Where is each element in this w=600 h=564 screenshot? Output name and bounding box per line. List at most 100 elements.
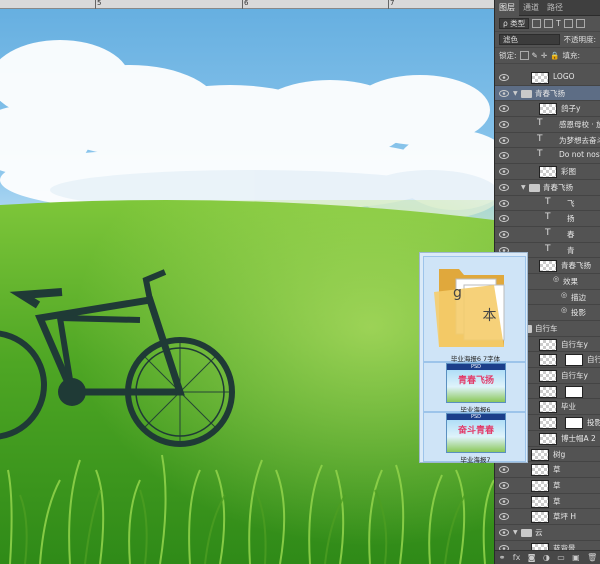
trash-icon[interactable]: 🗑 (587, 553, 597, 562)
photoshop-window: 5 6 7 图层 通道 路径 ρ 类型 T 滤色 不透明度: 锁定: ✎ ✛ 🔒… (0, 0, 600, 564)
layer-mask-thumbnail (565, 385, 583, 398)
visibility-eye-icon[interactable] (499, 466, 509, 474)
adjustment-icon[interactable]: ◑ (543, 553, 550, 562)
layer-row[interactable]: T春 (495, 227, 600, 243)
layer-row[interactable]: ▼ 青春飞扬 (495, 85, 600, 102)
layer-thumbnail (539, 260, 557, 273)
blend-mode-select[interactable]: 滤色 (499, 34, 561, 45)
layer-thumbnail (531, 72, 549, 84)
layer-name: 投影 (571, 308, 586, 318)
ruler-mark: 7 (390, 0, 395, 7)
lock-move-icon[interactable]: ✛ (541, 51, 547, 60)
expand-arrow-icon[interactable]: ▼ (521, 184, 526, 191)
opacity-label: 不透明度: (563, 35, 596, 44)
visibility-eye-icon[interactable] (499, 215, 509, 223)
layer-row[interactable]: T 感恩母校 · 放飞 (495, 117, 600, 133)
expand-arrow-icon[interactable]: ▼ (513, 529, 518, 536)
visibility-eye-icon[interactable] (499, 230, 509, 238)
layer-name: 青春飞扬 (543, 182, 573, 192)
item-caption: 毕业海报7 (460, 456, 491, 464)
filter-smart-icon[interactable] (575, 19, 585, 28)
visibility-eye-icon[interactable] (499, 74, 509, 81)
ruler-mark: 6 (244, 0, 249, 7)
layer-thumbnail (531, 464, 549, 477)
tab-layers[interactable]: 图层 (495, 0, 519, 16)
layer-name: 草 (553, 480, 561, 490)
layer-row[interactable]: 鸽子y (495, 101, 600, 118)
layer-row[interactable]: 彩图 (495, 164, 600, 180)
filter-shape-icon[interactable] (563, 19, 573, 28)
layer-row[interactable]: 草 (495, 478, 600, 494)
folder-letter: 本 (482, 308, 497, 324)
visibility-eye-icon[interactable] (499, 121, 509, 129)
layer-row[interactable]: 草坪 H (495, 509, 600, 525)
visibility-eye-icon[interactable] (499, 89, 509, 97)
expand-arrow-icon[interactable]: ▼ (513, 90, 518, 97)
ruler-tick (95, 0, 96, 9)
effect-icon: ◎ (561, 290, 568, 299)
visibility-eye-icon[interactable] (499, 528, 509, 536)
layer-row[interactable]: T飞 (495, 196, 600, 212)
preview-item-folder[interactable]: g 本 毕业海报6 7字体 (423, 256, 526, 363)
layer-thumbnail (531, 479, 549, 492)
fx-icon[interactable]: fx (513, 553, 521, 562)
layer-name: 彩图 (561, 167, 576, 177)
new-layer-icon[interactable]: ▣ (572, 553, 580, 562)
lock-brush-icon[interactable]: ✎ (532, 51, 538, 60)
preview-item-poster[interactable]: PSD 奋斗青春 毕业海报7 (423, 412, 526, 464)
mask-icon[interactable]: ◙ (528, 553, 536, 562)
visibility-eye-icon[interactable] (499, 136, 509, 144)
visibility-eye-icon[interactable] (499, 481, 509, 489)
visibility-eye-icon[interactable] (499, 497, 509, 505)
layer-thumbnail (539, 432, 557, 445)
blend-row: 滤色 不透明度: (495, 32, 600, 48)
filter-adjust-icon[interactable] (544, 19, 554, 28)
visibility-eye-icon[interactable] (499, 105, 509, 113)
preview-item-poster[interactable]: PSD 青春飞扬 毕业海报6 (423, 362, 526, 414)
layer-name: 鸽子y (561, 104, 581, 114)
visibility-eye-icon[interactable] (499, 199, 509, 207)
lock-transparent-icon[interactable] (519, 51, 529, 60)
folder-icon[interactable]: ▭ (557, 553, 565, 562)
horizontal-ruler[interactable]: 5 6 7 (0, 0, 494, 9)
layer-thumbnail (531, 511, 549, 524)
lock-all-icon[interactable]: 🔒 (550, 51, 559, 60)
layer-row[interactable]: LOGO (495, 70, 600, 86)
lock-label: 锁定: (499, 51, 517, 60)
visibility-eye-icon[interactable] (499, 152, 509, 160)
effect-icon: ◎ (553, 274, 560, 283)
layer-thumbnail (539, 166, 557, 179)
ruler-mark: 5 (97, 0, 102, 7)
layer-row[interactable]: T Do not nostalgi (495, 148, 600, 165)
folder-icon (521, 528, 532, 537)
tab-paths[interactable]: 路径 (543, 0, 567, 16)
visibility-eye-icon[interactable] (499, 183, 509, 191)
tab-channels[interactable]: 通道 (519, 0, 543, 16)
layer-mask-thumbnail (565, 417, 583, 430)
panel-bottom-bar: ⚭ fx ◙ ◑ ▭ ▣ 🗑 (495, 550, 600, 564)
layer-name: 春 (567, 229, 575, 239)
layer-row[interactable]: T 为梦想去奋斗 (495, 133, 600, 149)
layer-thumbnail (539, 401, 557, 414)
filter-pixel-icon[interactable] (532, 19, 542, 28)
layer-kind-filter[interactable]: ρ 类型 (499, 18, 530, 29)
poster-thumbnail: PSD 青春飞扬 (446, 363, 506, 403)
lock-row: 锁定: ✎ ✛ 🔒 填充: (495, 48, 600, 64)
layer-name: 博士帽A 2 (561, 433, 596, 443)
layer-name: 感恩母校 · 放飞 (559, 120, 600, 130)
visibility-eye-icon[interactable] (499, 168, 509, 176)
layer-row[interactable]: T扬 (495, 211, 600, 227)
layer-name: 草 (553, 465, 561, 475)
layer-name: 自行车y (561, 371, 588, 381)
layer-row[interactable]: ▼ 青春飞扬 (495, 180, 600, 196)
layer-row[interactable]: 草 (495, 494, 600, 510)
layer-name: 飞 (567, 198, 575, 208)
layer-thumbnail (531, 495, 549, 508)
layer-row[interactable]: 草 (495, 462, 600, 478)
filter-text-icon[interactable]: T (556, 19, 561, 28)
visibility-eye-icon[interactable] (499, 513, 509, 521)
link-icon[interactable]: ⚭ (499, 553, 506, 562)
layer-name: 描边 (571, 292, 586, 302)
ruler-tick (242, 0, 243, 9)
layer-row[interactable]: ▼ 云 (495, 525, 600, 541)
